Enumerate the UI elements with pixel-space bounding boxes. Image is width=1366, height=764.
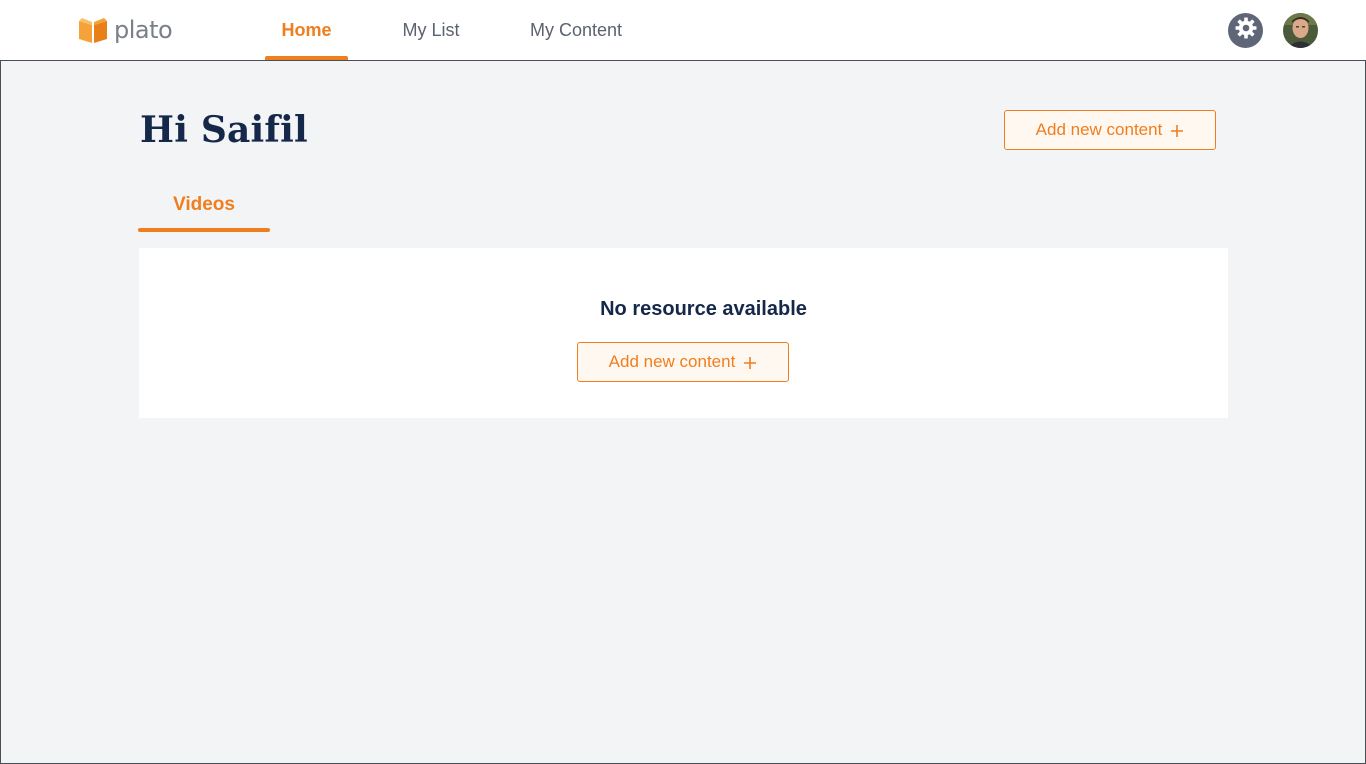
add-new-content-button[interactable]: Add new content [1004, 110, 1216, 150]
tab-my-list[interactable]: My List [392, 0, 470, 60]
user-avatar[interactable] [1283, 13, 1318, 48]
tab-videos[interactable]: Videos [138, 185, 270, 232]
top-navigation-bar: plato Home My List My Content [0, 0, 1366, 60]
empty-state-add-content-label: Add new content [608, 352, 736, 371]
gear-icon [1234, 16, 1258, 45]
open-book-icon [78, 17, 108, 43]
settings-button[interactable] [1228, 13, 1263, 48]
logo-text: plato [114, 16, 173, 44]
plato-logo[interactable]: plato [78, 16, 173, 44]
empty-state-title: No resource available [600, 298, 807, 320]
empty-state-panel: No resource available Add new content [139, 248, 1228, 418]
page-greeting: Hi Saifil [140, 109, 308, 151]
add-new-content-label: Add new content [1035, 120, 1163, 139]
tab-my-content[interactable]: My Content [520, 0, 632, 60]
main-content: Hi Saifil Add new content Videos No reso… [0, 60, 1366, 764]
tab-home[interactable]: Home [265, 0, 348, 60]
plus-icon [743, 355, 757, 369]
empty-state-add-content-button[interactable]: Add new content [577, 342, 789, 382]
plus-icon [1170, 123, 1184, 137]
